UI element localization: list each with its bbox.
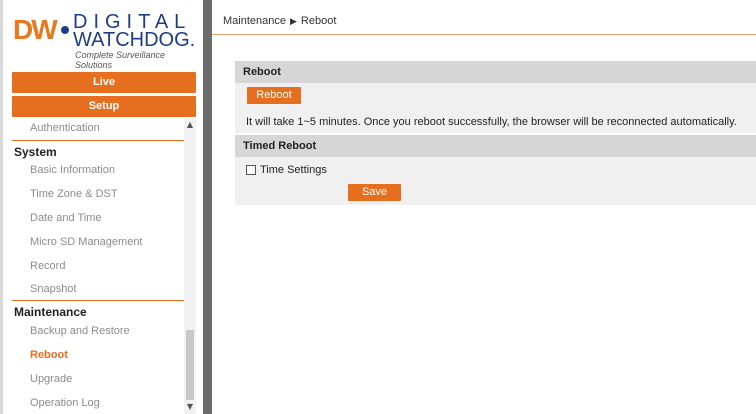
scroll-up-arrow-icon[interactable]: ▲ bbox=[184, 120, 196, 130]
sidebar-item-backup-and-restore[interactable]: Backup and Restore bbox=[30, 324, 130, 338]
reboot-section-title: Reboot bbox=[235, 61, 756, 83]
setup-button[interactable]: Setup bbox=[12, 96, 196, 117]
sidebar-item-time-zone-dst[interactable]: Time Zone & DST bbox=[30, 187, 118, 201]
scrollbar-thumb[interactable] bbox=[186, 330, 194, 400]
sidebar-item-micro-sd-management[interactable]: Micro SD Management bbox=[30, 235, 143, 249]
logo-mark: DW bbox=[13, 14, 58, 45]
reboot-info-message: It will take 1~5 minutes. Once you reboo… bbox=[246, 116, 737, 128]
timed-reboot-section-title: Timed Reboot bbox=[235, 135, 756, 157]
live-button[interactable]: Live bbox=[12, 72, 196, 93]
time-settings-checkbox[interactable] bbox=[246, 165, 256, 175]
sidebar-item-upgrade[interactable]: Upgrade bbox=[30, 372, 72, 386]
breadcrumb-underline bbox=[212, 34, 756, 35]
sidebar-divider bbox=[12, 300, 184, 301]
breadcrumb-arrow-icon: ▶ bbox=[290, 16, 297, 26]
sidebar-scrollbar[interactable]: ▲ ▼ bbox=[184, 118, 196, 414]
breadcrumb-current: Reboot bbox=[300, 15, 337, 27]
sidebar: DW DIGITAL WATCHDOG. Complete Surveillan… bbox=[0, 0, 203, 414]
sidebar-group-maintenance[interactable]: Maintenance bbox=[14, 305, 87, 319]
app-window: DW DIGITAL WATCHDOG. Complete Surveillan… bbox=[0, 0, 756, 414]
logo-dot-icon bbox=[61, 26, 69, 34]
timed-reboot-section-body: Time Settings Save bbox=[235, 157, 756, 205]
sidebar-item-snapshot[interactable]: Snapshot bbox=[30, 282, 76, 296]
save-button[interactable]: Save bbox=[348, 184, 401, 201]
breadcrumb-parent: Maintenance bbox=[223, 15, 286, 27]
scroll-down-arrow-icon[interactable]: ▼ bbox=[184, 402, 196, 412]
sidebar-divider bbox=[12, 140, 184, 141]
sidebar-item-basic-information[interactable]: Basic Information bbox=[30, 163, 115, 177]
sidebar-item-authentication[interactable]: Authentication bbox=[30, 121, 100, 135]
sidebar-item-date-and-time[interactable]: Date and Time bbox=[30, 211, 102, 225]
sidebar-item-record[interactable]: Record bbox=[30, 259, 65, 273]
time-settings-label[interactable]: Time Settings bbox=[260, 163, 327, 177]
breadcrumb: Maintenance ▶ Reboot bbox=[223, 14, 336, 28]
sidebar-item-operation-log[interactable]: Operation Log bbox=[30, 396, 100, 410]
logo-tagline: Complete Surveillance Solutions bbox=[75, 50, 166, 70]
sidebar-splitter bbox=[203, 0, 212, 414]
sidebar-group-system[interactable]: System bbox=[14, 145, 57, 159]
main-content: Maintenance ▶ Reboot Reboot Reboot It will… bbox=[212, 0, 756, 414]
reboot-section-body: Reboot It will take 1~5 minutes. Once yo… bbox=[235, 83, 756, 133]
reboot-button[interactable]: Reboot bbox=[247, 87, 301, 104]
logo-brand-line2: WATCHDOG. bbox=[73, 29, 196, 51]
digital-watchdog-logo: DW DIGITAL WATCHDOG. Complete Surveillan… bbox=[11, 6, 199, 70]
sidebar-item-reboot[interactable]: Reboot bbox=[30, 348, 68, 362]
